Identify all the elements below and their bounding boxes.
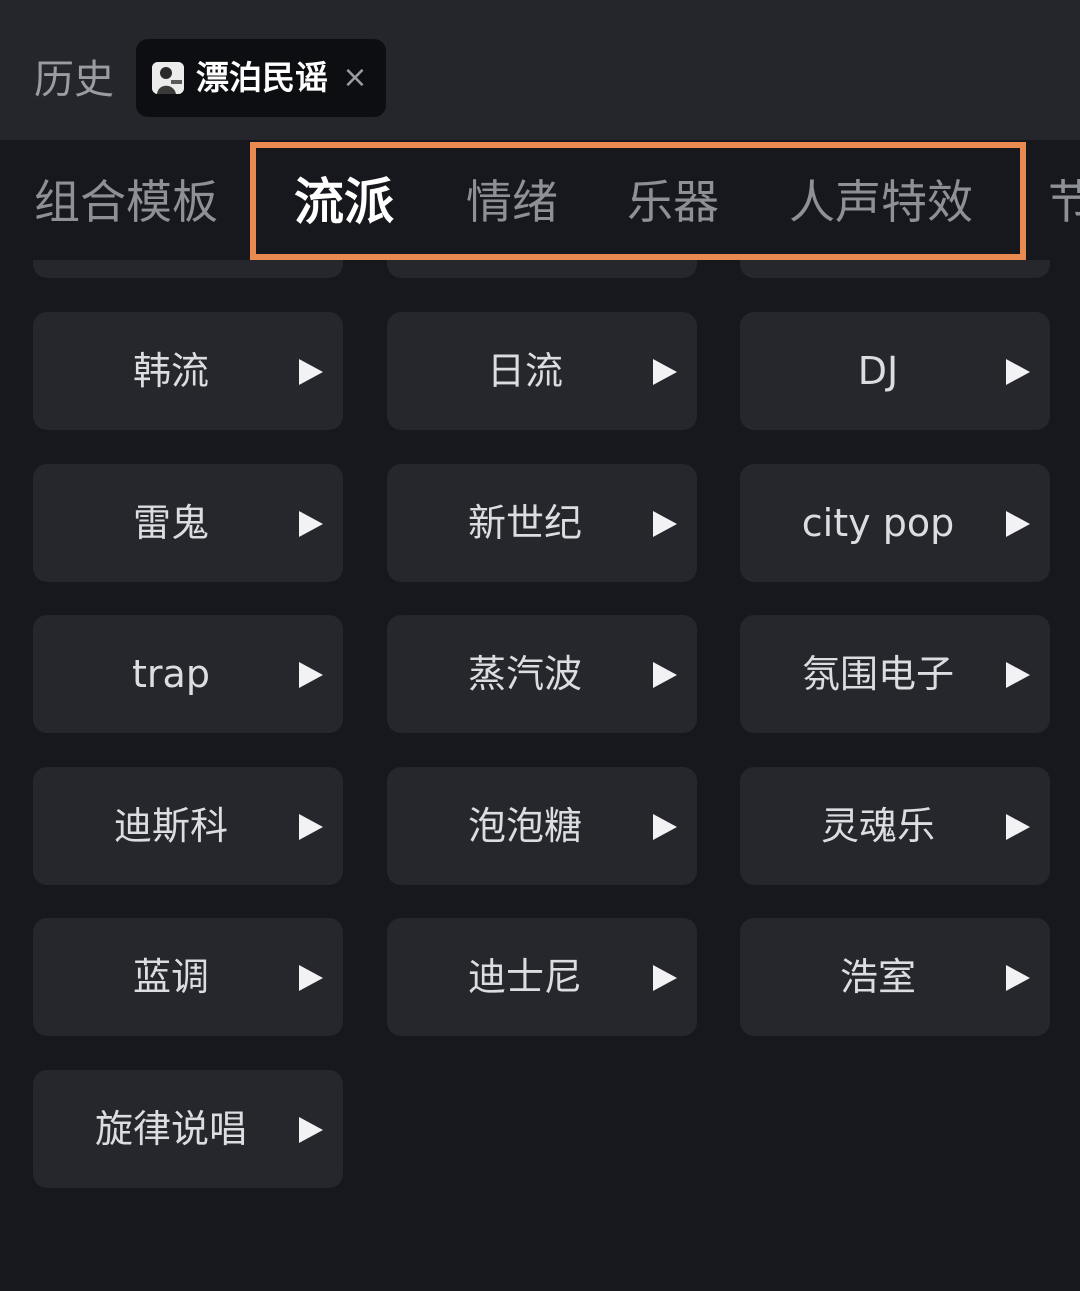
genre-label: 灵魂乐 (820, 804, 935, 848)
genre-label: 氛围电子 (801, 652, 954, 696)
genre-card[interactable]: DJ (740, 312, 1050, 430)
genre-card[interactable]: 韩流 (33, 312, 343, 430)
play-icon[interactable] (1006, 814, 1030, 840)
music-style-panel: 历史 漂泊民谣 × 组合模板 流派 情绪 乐器 人声特效 节 韩流 日流 DJ 雷鬼新… (0, 0, 1080, 1291)
genre-label: DJ (857, 349, 899, 393)
play-icon[interactable] (653, 814, 677, 840)
genre-card[interactable]: 新世纪 (387, 464, 697, 582)
genre-card[interactable]: 蓝调 (33, 918, 343, 1036)
tab-rhythm-partial[interactable]: 节 (1048, 170, 1080, 234)
play-icon[interactable] (299, 511, 323, 537)
history-label[interactable]: 历史 (34, 52, 114, 108)
album-thumbnail-icon (152, 62, 184, 94)
genre-label: trap (132, 652, 210, 696)
genre-label: 日流 (486, 349, 563, 393)
genre-label: 新世纪 (467, 501, 582, 545)
history-bar: 历史 漂泊民谣 × (0, 0, 1080, 140)
tab-combo-template[interactable]: 组合模板 (34, 170, 218, 234)
scrolled-card-partial (387, 260, 697, 278)
play-icon[interactable] (299, 359, 323, 385)
genre-label: 韩流 (132, 349, 209, 393)
close-icon[interactable]: × (340, 58, 370, 98)
genre-card[interactable]: 迪斯科 (33, 767, 343, 885)
genre-card[interactable]: 蒸汽波 (387, 615, 697, 733)
genre-card[interactable]: 灵魂乐 (740, 767, 1050, 885)
play-icon[interactable] (299, 965, 323, 991)
genre-label: 蒸汽波 (467, 652, 582, 696)
history-chip-label: 漂泊民谣 (196, 58, 328, 97)
genre-label: 迪斯科 (113, 804, 228, 848)
genre-label: 雷鬼 (132, 501, 209, 545)
genre-label: city pop (801, 501, 955, 545)
play-icon[interactable] (1006, 359, 1030, 385)
play-icon[interactable] (653, 511, 677, 537)
play-icon[interactable] (653, 662, 677, 688)
genre-card[interactable]: 日流 (387, 312, 697, 430)
genre-card[interactable]: trap (33, 615, 343, 733)
genre-card[interactable]: 迪士尼 (387, 918, 697, 1036)
genre-card[interactable]: city pop (740, 464, 1050, 582)
genre-card[interactable]: 泡泡糖 (387, 767, 697, 885)
genre-card[interactable]: 雷鬼 (33, 464, 343, 582)
play-icon[interactable] (299, 1117, 323, 1143)
genre-label: 浩室 (839, 955, 916, 999)
genre-card[interactable]: 氛围电子 (740, 615, 1050, 733)
genre-card[interactable]: 旋律说唱 (33, 1070, 343, 1188)
genre-label: 旋律说唱 (94, 1107, 247, 1151)
play-icon[interactable] (1006, 662, 1030, 688)
play-icon[interactable] (653, 359, 677, 385)
play-icon[interactable] (299, 662, 323, 688)
scrolled-card-partial (33, 260, 343, 278)
tab-highlight-box (250, 142, 1026, 260)
genre-label: 蓝调 (132, 955, 209, 999)
genre-card[interactable]: 浩室 (740, 918, 1050, 1036)
play-icon[interactable] (1006, 511, 1030, 537)
play-icon[interactable] (653, 965, 677, 991)
genre-label: 迪士尼 (467, 955, 582, 999)
play-icon[interactable] (1006, 965, 1030, 991)
scrolled-card-partial (740, 260, 1050, 278)
play-icon[interactable] (299, 814, 323, 840)
genre-label: 泡泡糖 (467, 804, 582, 848)
